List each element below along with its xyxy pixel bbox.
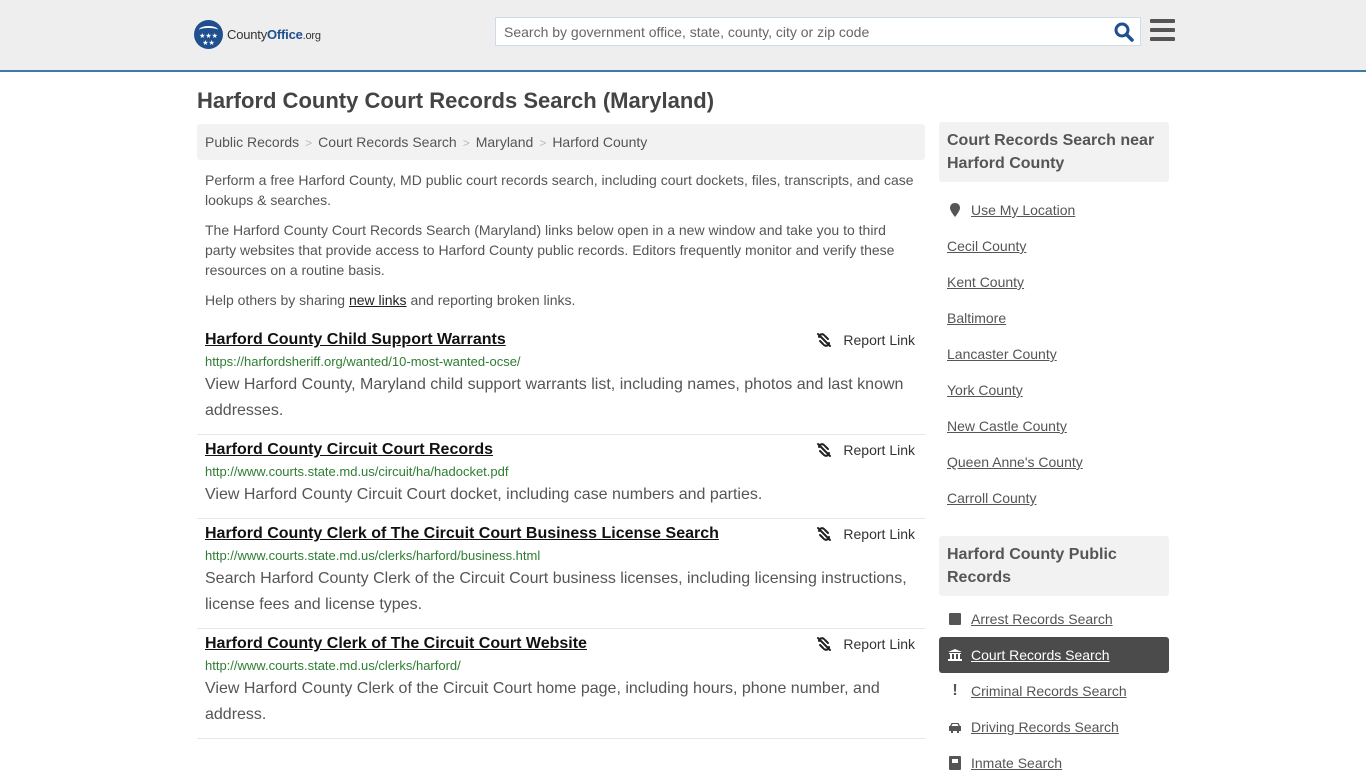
sidebar-nearby: Court Records Search near Harford County… [939, 122, 1169, 516]
eagle-logo-icon: ★★★ ★★ [194, 20, 223, 49]
result-description: Search Harford County Clerk of the Circu… [205, 570, 907, 613]
nearby-link-carroll-county[interactable]: Carroll County [947, 490, 1036, 506]
result-url: http://www.courts.state.md.us/clerks/har… [205, 658, 461, 673]
breadcrumb: Public Records > Court Records Search > Mary… [197, 124, 925, 160]
result-url: http://www.courts.state.md.us/clerks/har… [205, 548, 541, 563]
sidebar-item-inmate-search[interactable]: Inmate Search [939, 745, 1169, 781]
breadcrumb-separator: > [539, 136, 547, 150]
sidebar-public-records: Harford County Public Records Arrest Rec… [939, 536, 1169, 781]
result-description: View Harford County, Maryland child supp… [205, 376, 904, 419]
report-link-button[interactable]: Report Link [816, 332, 915, 348]
broken-link-icon [817, 333, 832, 347]
breadcrumb-separator: > [462, 136, 470, 150]
nearby-item: New Castle County [939, 408, 1169, 444]
search-button[interactable] [1114, 22, 1134, 42]
nearby-link-new-castle-county[interactable]: New Castle County [947, 418, 1067, 434]
result-url: http://www.courts.state.md.us/circuit/ha… [205, 464, 509, 479]
intro-paragraph-1: Perform a free Harford County, MD public… [205, 172, 914, 208]
sidebar-item-court-records[interactable]: Court Records Search [939, 637, 1169, 673]
report-link-button[interactable]: Report Link [816, 442, 915, 458]
result-title-link[interactable]: Harford County Clerk of The Circuit Cour… [205, 634, 587, 654]
nearby-item: Queen Anne's County [939, 444, 1169, 480]
intro-paragraph-2: The Harford County Court Records Search … [205, 222, 895, 278]
top-header: ★★★ ★★ CountyOffice.org [0, 0, 1366, 72]
result-item: Harford County Clerk of The Circuit Cour… [197, 629, 925, 739]
report-link-button[interactable]: Report Link [816, 526, 915, 542]
breadcrumb-public-records[interactable]: Public Records [205, 134, 299, 150]
use-my-location-link[interactable]: Use My Location [971, 202, 1075, 218]
nearby-item: Kent County [939, 264, 1169, 300]
broken-link-icon [817, 637, 832, 651]
sidebar-public-records-heading: Harford County Public Records [939, 536, 1169, 596]
result-item: Harford County Clerk of The Circuit Cour… [197, 519, 925, 629]
result-title-link[interactable]: Harford County Child Support Warrants [205, 330, 506, 350]
nearby-item: Baltimore [939, 300, 1169, 336]
nearby-item: Carroll County [939, 480, 1169, 516]
nearby-item: Cecil County [939, 228, 1169, 264]
sidebar-item-driving-records[interactable]: Driving Records Search [939, 709, 1169, 745]
exclamation-icon: ! [952, 682, 958, 699]
square-icon [947, 611, 963, 627]
result-title-link[interactable]: Harford County Circuit Court Records [205, 440, 493, 460]
nearby-link-kent-county[interactable]: Kent County [947, 274, 1024, 290]
broken-link-icon [817, 527, 832, 541]
broken-link-icon [817, 443, 832, 457]
logo-text: CountyOffice.org [227, 27, 321, 42]
result-item: Harford County Child Support Warrants Re… [197, 325, 925, 435]
breadcrumb-separator: > [305, 136, 313, 150]
inmate-icon [947, 755, 963, 771]
nearby-item: Lancaster County [939, 336, 1169, 372]
nearby-link-york-county[interactable]: York County [947, 382, 1023, 398]
hamburger-menu-icon[interactable] [1150, 19, 1175, 41]
intro-text: Perform a free Harford County, MD public… [205, 170, 920, 320]
search-box [495, 17, 1141, 46]
page-title: Harford County Court Records Search (Mar… [197, 88, 715, 113]
result-url: https://harfordsheriff.org/wanted/10-mos… [205, 354, 521, 369]
results-list: Harford County Child Support Warrants Re… [197, 325, 925, 739]
nearby-link-queen-annes-county[interactable]: Queen Anne's County [947, 454, 1083, 470]
breadcrumb-maryland[interactable]: Maryland [476, 134, 534, 150]
result-item: Harford County Circuit Court Records Rep… [197, 435, 925, 519]
use-my-location-item: Use My Location [939, 192, 1169, 228]
car-icon [947, 719, 963, 735]
breadcrumb-harford-county[interactable]: Harford County [552, 134, 647, 150]
search-input[interactable] [496, 18, 1106, 45]
result-description: View Harford County Circuit Court docket… [205, 486, 763, 503]
sidebar-nearby-heading: Court Records Search near Harford County [939, 122, 1169, 182]
map-marker-icon [947, 202, 963, 218]
breadcrumb-court-records-search[interactable]: Court Records Search [318, 134, 457, 150]
courthouse-icon [947, 647, 963, 663]
sidebar-item-arrest-records[interactable]: Arrest Records Search [939, 601, 1169, 637]
nearby-item: York County [939, 372, 1169, 408]
sidebar-item-criminal-records[interactable]: ! Criminal Records Search [939, 673, 1169, 709]
new-links-link[interactable]: new links [349, 292, 407, 308]
nearby-link-lancaster-county[interactable]: Lancaster County [947, 346, 1057, 362]
report-link-button[interactable]: Report Link [816, 636, 915, 652]
result-title-link[interactable]: Harford County Clerk of The Circuit Cour… [205, 524, 719, 544]
result-description: View Harford County Clerk of the Circuit… [205, 680, 880, 723]
search-icon [1114, 22, 1134, 42]
site-logo[interactable]: ★★★ ★★ CountyOffice.org [194, 20, 321, 49]
nearby-link-baltimore[interactable]: Baltimore [947, 310, 1006, 326]
intro-paragraph-3: Help others by sharing new links and rep… [205, 292, 576, 308]
nearby-link-cecil-county[interactable]: Cecil County [947, 238, 1026, 254]
